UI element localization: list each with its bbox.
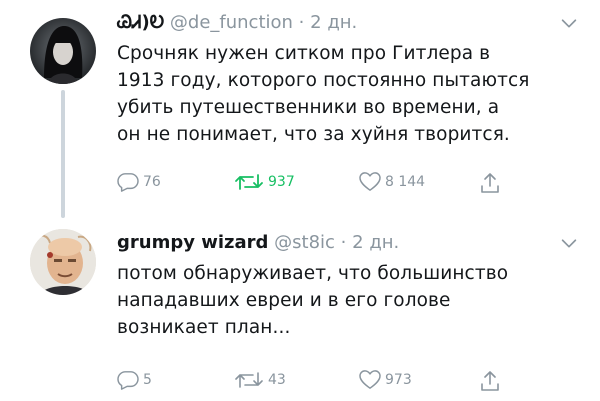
tweet-text: потом обнаруживает, что большинство напа… (117, 263, 509, 338)
retweet-button[interactable]: 43 (234, 370, 286, 390)
tweet[interactable]: grumpy wizard @st8ic · 2 дн. потом обнар… (0, 212, 600, 401)
timestamp[interactable]: 2 дн. (310, 12, 357, 33)
separator: · (340, 232, 347, 253)
retweet-button[interactable]: 937 (234, 172, 295, 192)
avatar[interactable] (30, 229, 96, 295)
tweet-actions: 5 43 973 (117, 370, 537, 396)
avatar[interactable] (30, 18, 96, 84)
share-button[interactable] (480, 370, 500, 392)
retweet-icon (235, 372, 263, 388)
like-count: 8 144 (385, 174, 426, 190)
reply-button[interactable]: 76 (117, 172, 161, 192)
like-count: 973 (385, 372, 412, 388)
like-button[interactable]: 8 144 (359, 172, 425, 192)
tweet-text: Срочняк нужен ситком про Гитлера в 1913 … (117, 43, 530, 145)
display-name[interactable]: ᏊᏗ)Ꭷ (117, 12, 164, 33)
timestamp[interactable]: 2 дн. (352, 232, 399, 253)
tweet-header: grumpy wizard @st8ic · 2 дн. (117, 230, 560, 256)
reply-icon (117, 173, 139, 192)
like-button[interactable]: 973 (359, 370, 412, 390)
retweet-count: 43 (268, 372, 286, 388)
display-name[interactable]: grumpy wizard (117, 232, 268, 253)
share-icon (481, 371, 499, 391)
chevron-down-icon[interactable] (558, 232, 580, 254)
thread-line (61, 90, 65, 218)
like-icon (359, 172, 381, 191)
tweet[interactable]: ᏊᏗ)Ꭷ @de_function · 2 дн. Срочняк нужен … (0, 0, 600, 218)
tweet-body: grumpy wizard @st8ic · 2 дн. потом обнар… (117, 230, 577, 391)
tweet-header: ᏊᏗ)Ꭷ @de_function · 2 дн. (117, 10, 560, 36)
reply-icon (117, 371, 139, 390)
handle[interactable]: @st8ic (274, 232, 335, 253)
chevron-down-icon[interactable] (558, 12, 580, 34)
handle[interactable]: @de_function (170, 12, 293, 33)
separator: · (298, 12, 305, 33)
tweet-body: ᏊᏗ)Ꭷ @de_function · 2 дн. Срочняк нужен … (117, 10, 577, 193)
tweet-actions: 76 937 8 144 (117, 172, 537, 198)
share-button[interactable] (480, 172, 500, 194)
reply-count: 76 (143, 174, 161, 190)
like-icon (359, 370, 381, 389)
reply-button[interactable]: 5 (117, 370, 152, 390)
share-icon (481, 173, 499, 193)
reply-count: 5 (143, 372, 152, 388)
retweet-icon (235, 174, 263, 190)
retweet-count: 937 (268, 174, 295, 190)
